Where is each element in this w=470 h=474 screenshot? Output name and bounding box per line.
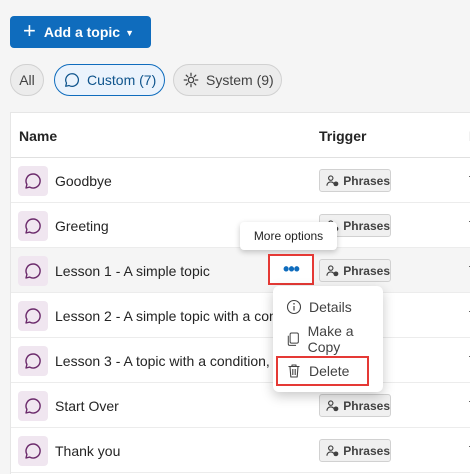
- phrases-icon: [326, 174, 339, 186]
- info-icon: [286, 299, 302, 315]
- filter-system-label: System (9): [206, 72, 274, 88]
- phrases-icon: [326, 264, 339, 276]
- trigger-label: Phrases: [343, 218, 390, 233]
- context-menu: Details Make a Copy Delete: [273, 286, 383, 392]
- table-row[interactable]: Lesson 1 - A simple topic Phrases: [11, 248, 470, 293]
- phrases-icon: [326, 399, 339, 411]
- filter-system[interactable]: System (9): [173, 64, 282, 96]
- filter-custom[interactable]: Custom (7): [54, 64, 165, 96]
- topic-icon: [18, 256, 48, 286]
- topics-table: Name Trigger I Goodbye Phrases Greeting …: [10, 112, 470, 474]
- trigger-badge: Phrases: [319, 394, 391, 417]
- more-icon: •••: [283, 259, 300, 279]
- table-header: Name Trigger I: [11, 113, 470, 158]
- menu-item-details[interactable]: Details: [273, 292, 383, 322]
- topic-name[interactable]: Lesson 1 - A simple topic: [55, 263, 210, 279]
- table-row[interactable]: Lesson 3 - A topic with a condition,: [11, 338, 470, 383]
- table-row[interactable]: Lesson 2 - A simple topic with a con: [11, 293, 470, 338]
- trigger-badge: Phrases: [319, 169, 391, 192]
- table-row[interactable]: Start Over Phrases: [11, 383, 470, 428]
- table-row[interactable]: Thank you Phrases: [11, 428, 470, 473]
- topic-name[interactable]: Lesson 3 - A topic with a condition,: [55, 353, 270, 369]
- topic-name[interactable]: Thank you: [55, 443, 120, 459]
- menu-item-delete[interactable]: Delete: [276, 356, 369, 386]
- gear-icon: [183, 72, 199, 88]
- topic-name[interactable]: Goodbye: [55, 173, 112, 189]
- trigger-label: Phrases: [343, 173, 390, 188]
- topic-name[interactable]: Greeting: [55, 218, 109, 234]
- chat-icon: [65, 73, 80, 87]
- add-topic-button[interactable]: + Add a topic ▼: [10, 16, 151, 48]
- filter-all-label: All: [19, 72, 35, 88]
- filter-custom-label: Custom (7): [87, 72, 157, 88]
- menu-item-make-copy[interactable]: Make a Copy: [273, 323, 383, 355]
- trigger-label: Phrases: [343, 443, 390, 458]
- topic-icon: [18, 346, 48, 376]
- filter-all[interactable]: All: [10, 64, 44, 96]
- topic-icon: [18, 301, 48, 331]
- phrases-icon: [326, 444, 339, 456]
- trigger-label: Phrases: [343, 398, 390, 413]
- menu-item-delete-label: Delete: [309, 363, 350, 379]
- more-options-button[interactable]: •••: [268, 254, 314, 285]
- topic-icon: [18, 436, 48, 466]
- topic-icon: [18, 211, 48, 241]
- more-options-tooltip: More options: [240, 222, 337, 250]
- menu-item-details-label: Details: [309, 299, 352, 315]
- topic-icon: [18, 391, 48, 421]
- trigger-badge: Phrases: [319, 439, 391, 462]
- chevron-down-icon: ▼: [125, 28, 135, 38]
- column-header-name[interactable]: Name: [19, 128, 57, 144]
- menu-item-copy-label: Make a Copy: [307, 323, 354, 355]
- trigger-badge: Phrases: [319, 259, 391, 282]
- trigger-label: Phrases: [343, 263, 390, 278]
- trash-icon: [288, 364, 300, 378]
- topic-name[interactable]: Lesson 2 - A simple topic with a con: [55, 308, 277, 324]
- table-row[interactable]: Goodbye Phrases: [11, 158, 470, 203]
- topic-icon: [18, 166, 48, 196]
- add-icon: +: [23, 18, 36, 43]
- add-topic-label: Add a topic: [43, 24, 121, 40]
- copy-icon: [287, 332, 299, 346]
- column-header-trigger[interactable]: Trigger: [319, 128, 366, 144]
- topic-name[interactable]: Start Over: [55, 398, 119, 414]
